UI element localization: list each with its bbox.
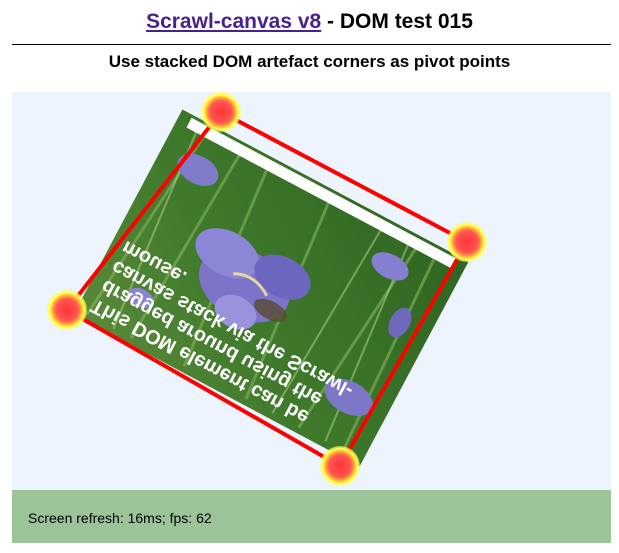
draggable-dom-element[interactable]: This DOM element can be dragged around u… bbox=[73, 109, 469, 467]
pivot-top-left[interactable] bbox=[201, 92, 241, 132]
screen-refresh-report: Screen refresh: 16ms; fps: 62 bbox=[28, 510, 212, 526]
title-divider bbox=[12, 44, 611, 45]
page-title: Scrawl-canvas v8 - DOM test 015 bbox=[0, 10, 619, 34]
pivot-top-right[interactable] bbox=[447, 222, 487, 262]
scrawl-canvas-link[interactable]: Scrawl-canvas v8 bbox=[146, 10, 321, 33]
status-bar: Screen refresh: 16ms; fps: 62 bbox=[12, 490, 611, 543]
pivot-bottom-left[interactable] bbox=[47, 290, 87, 330]
page-subtitle: Use stacked DOM artefact corners as pivo… bbox=[108, 52, 511, 71]
stack-scene: This DOM element can be dragged around u… bbox=[47, 92, 487, 486]
pivot-bottom-right[interactable] bbox=[320, 446, 360, 486]
dom-stack: This DOM element can be dragged around u… bbox=[12, 92, 611, 490]
page-title-suffix: - DOM test 015 bbox=[321, 10, 473, 33]
